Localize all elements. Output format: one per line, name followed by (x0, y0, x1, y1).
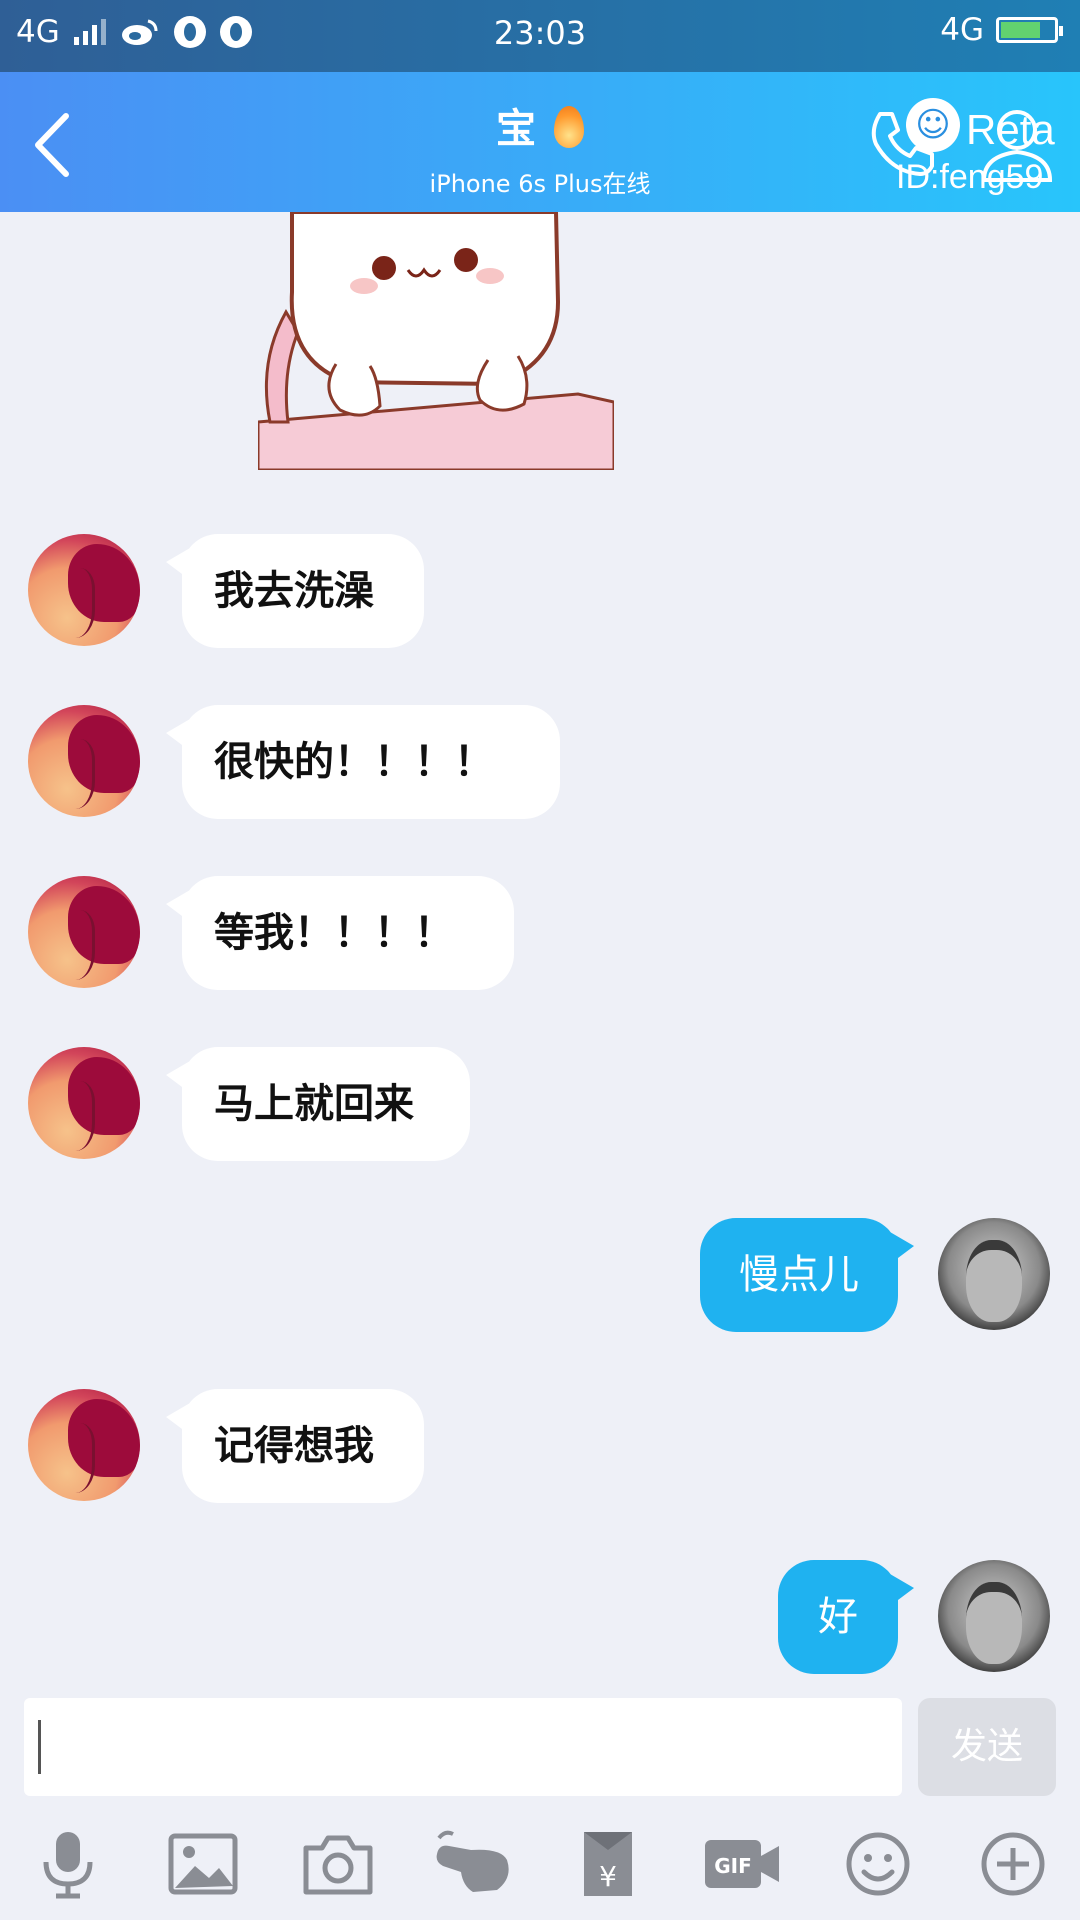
status-bar: 4G 23:03 4G (0, 0, 1080, 72)
gif-label: GIF (714, 1854, 752, 1878)
red-packet-icon[interactable]: ¥ (568, 1828, 648, 1900)
svg-text:¥: ¥ (599, 1860, 617, 1893)
incoming-message-bubble[interactable]: 等我！！！！ (166, 876, 514, 990)
gif-icon[interactable]: GIF (703, 1828, 783, 1900)
message-row: 记得想我 (0, 1389, 1080, 1509)
watermark-brand: Reta (966, 106, 1055, 153)
incoming-message-bubble[interactable]: 很快的！！！！ (166, 705, 560, 819)
message-row: 马上就回来 (0, 1047, 1080, 1167)
chat-header: 宝 iPhone 6s Plus在线 ☺ Reta ID:feng59 (0, 72, 1080, 212)
microphone-icon[interactable] (28, 1828, 108, 1900)
image-icon[interactable] (163, 1828, 243, 1900)
plus-icon[interactable] (973, 1828, 1053, 1900)
sticker-image[interactable] (258, 212, 614, 470)
incoming-message-bubble[interactable]: 我去洗澡 (166, 534, 424, 648)
message-row: 很快的！！！！ (0, 705, 1080, 825)
contact-avatar[interactable] (28, 876, 140, 988)
contact-avatar[interactable] (28, 1047, 140, 1159)
watermark-id: ID:feng59 (896, 158, 1044, 196)
contact-avatar[interactable] (28, 1389, 140, 1501)
message-row: 慢点儿 (0, 1218, 1080, 1338)
incoming-message-bubble[interactable]: 马上就回来 (166, 1047, 470, 1161)
input-toolbar: ¥ GIF (0, 1810, 1080, 1920)
message-row: 我去洗澡 (0, 534, 1080, 654)
outgoing-message-bubble[interactable]: 好 (778, 1560, 914, 1674)
watermark-logo-icon: ☺ (906, 98, 960, 152)
send-button[interactable]: 发送 (918, 1698, 1056, 1796)
contact-avatar[interactable] (28, 705, 140, 817)
status-right: 4G (940, 12, 1063, 48)
camera-icon[interactable] (298, 1828, 378, 1900)
my-avatar[interactable] (938, 1218, 1050, 1330)
poke-hand-icon[interactable] (433, 1828, 513, 1900)
battery-icon (996, 17, 1063, 43)
status-time: 23:03 (493, 14, 587, 52)
text-caret (38, 1720, 41, 1774)
flame-icon (554, 106, 584, 148)
incoming-message-bubble[interactable]: 记得想我 (166, 1389, 424, 1503)
message-row: 好 (0, 1560, 1080, 1680)
outgoing-message-bubble[interactable]: 慢点儿 (700, 1218, 914, 1332)
contact-avatar[interactable] (28, 534, 140, 646)
message-input[interactable] (24, 1698, 902, 1796)
contact-name: 宝 (496, 105, 536, 152)
emoji-icon[interactable] (838, 1828, 918, 1900)
message-row: 等我！！！！ (0, 876, 1080, 996)
network-type-right: 4G (940, 12, 984, 48)
my-avatar[interactable] (938, 1560, 1050, 1672)
